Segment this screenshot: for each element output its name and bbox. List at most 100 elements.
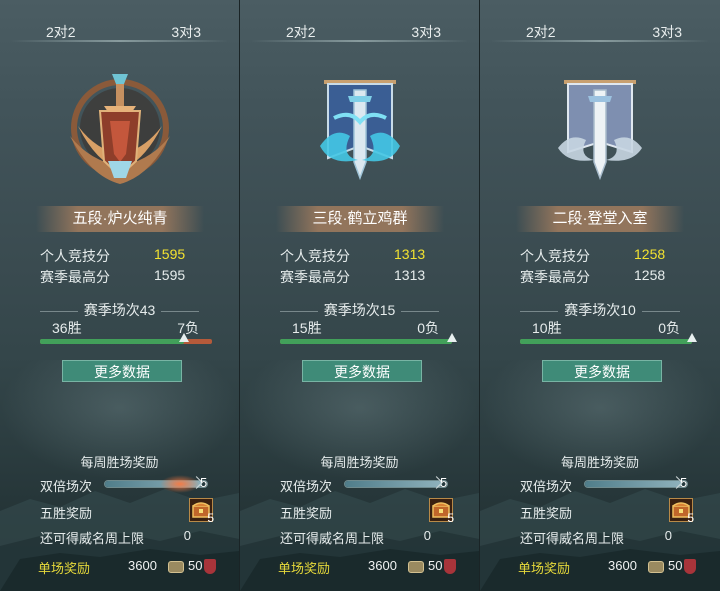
personal-score-row: 个人竞技分 1258 bbox=[520, 246, 680, 266]
season-best-row: 赛季最高分 1595 bbox=[40, 267, 199, 287]
personal-score-label: 个人竞技分 bbox=[280, 248, 350, 264]
coin-icon bbox=[648, 561, 664, 573]
prestige-limit-row: 还可得威名周上限 0 bbox=[520, 528, 696, 548]
honor-reward-value: 50 bbox=[428, 558, 443, 573]
personal-score-label: 个人竞技分 bbox=[40, 248, 110, 264]
season-best-label: 赛季最高分 bbox=[40, 269, 110, 285]
season-best-row: 赛季最高分 1258 bbox=[520, 267, 680, 287]
tab-3v3[interactable]: 3对3 bbox=[171, 22, 201, 42]
season-best-value: 1313 bbox=[394, 267, 426, 283]
win-ratio-bar bbox=[520, 333, 697, 344]
tab-divider bbox=[490, 40, 710, 42]
tab-3v3[interactable]: 3对3 bbox=[411, 22, 441, 42]
prestige-limit-row: 还可得威名周上限 0 bbox=[40, 528, 215, 548]
coin-reward-value: 3600 bbox=[368, 558, 397, 573]
season-matches: 赛季场次10 bbox=[480, 300, 720, 320]
wins-count: 15胜 bbox=[292, 320, 322, 336]
personal-score-value: 1595 bbox=[154, 246, 186, 262]
blue-dragon-banner-icon bbox=[320, 80, 400, 181]
prestige-limit-row: 还可得威名周上限 0 bbox=[280, 528, 455, 548]
season-best-label: 赛季最高分 bbox=[520, 269, 590, 285]
treasure-chest-icon[interactable]: 5 bbox=[669, 498, 694, 525]
losses-count: 0负 bbox=[417, 320, 439, 336]
double-matches-count: 5 bbox=[680, 475, 688, 490]
coin-reward-value: 3600 bbox=[128, 558, 157, 573]
honor-shield-icon bbox=[444, 559, 456, 574]
tab-2v2[interactable]: 2对2 bbox=[286, 22, 316, 42]
losses-count: 0负 bbox=[658, 320, 680, 336]
season-best-value: 1258 bbox=[634, 267, 666, 283]
tab-2v2[interactable]: 2对2 bbox=[526, 22, 556, 42]
coin-icon bbox=[408, 561, 424, 573]
season-matches: 赛季场次15 bbox=[240, 300, 479, 320]
double-matches-label: 双倍场次 bbox=[520, 479, 573, 494]
silver-sword-banner-icon bbox=[558, 80, 642, 181]
weekly-reward-title: 每周胜场奖励 bbox=[320, 455, 399, 470]
single-match-reward-label: 单场奖励 bbox=[518, 561, 571, 576]
win-ratio-bar bbox=[40, 333, 212, 344]
tab-divider bbox=[10, 40, 229, 42]
single-match-reward-row: 单场奖励 3600 50 bbox=[38, 558, 221, 578]
double-matches-count: 5 bbox=[440, 475, 448, 490]
five-win-reward-label: 五胜奖励 bbox=[40, 506, 93, 521]
personal-score-label: 个人竞技分 bbox=[520, 248, 590, 264]
double-matches-count: 5 bbox=[200, 475, 208, 490]
prestige-limit-label: 还可得威名周上限 bbox=[40, 531, 145, 546]
prestige-limit-value: 0 bbox=[423, 528, 431, 543]
five-win-reward-label: 五胜奖励 bbox=[280, 506, 333, 521]
rank-panel-2: 2对2 3对3 三段·鹤立鸡群 个人竞技分 1313 赛季最高分 1313 赛季… bbox=[240, 0, 480, 591]
coin-reward-value: 3600 bbox=[608, 558, 637, 573]
tab-divider bbox=[250, 40, 469, 42]
wins-count: 36胜 bbox=[52, 320, 82, 336]
double-matches-label: 双倍场次 bbox=[40, 479, 93, 494]
double-matches-label: 双倍场次 bbox=[280, 479, 333, 494]
more-data-button[interactable]: 更多数据 bbox=[302, 360, 422, 382]
season-best-value: 1595 bbox=[154, 267, 186, 283]
win-ratio-fill bbox=[520, 339, 692, 344]
five-win-reward-label: 五胜奖励 bbox=[520, 506, 573, 521]
prestige-limit-value: 0 bbox=[183, 528, 191, 543]
rank-title: 三段·鹤立鸡群 bbox=[276, 206, 444, 232]
chest-count: 5 bbox=[447, 511, 454, 525]
more-data-button[interactable]: 更多数据 bbox=[542, 360, 662, 382]
more-data-button[interactable]: 更多数据 bbox=[62, 360, 182, 382]
honor-shield-icon bbox=[204, 559, 216, 574]
single-match-reward-label: 单场奖励 bbox=[38, 561, 91, 576]
season-best-label: 赛季最高分 bbox=[280, 269, 350, 285]
treasure-chest-icon[interactable]: 5 bbox=[189, 498, 214, 525]
win-ratio-bar bbox=[280, 333, 457, 344]
single-match-reward-label: 单场奖励 bbox=[278, 561, 331, 576]
tab-2v2[interactable]: 2对2 bbox=[46, 22, 76, 42]
single-match-reward-row: 单场奖励 3600 50 bbox=[518, 558, 702, 578]
season-best-row: 赛季最高分 1313 bbox=[280, 267, 439, 287]
tab-3v3[interactable]: 3对3 bbox=[652, 22, 682, 42]
rank-title: 五段·炉火纯青 bbox=[36, 206, 204, 232]
win-loss-record: 36胜 7负 bbox=[52, 318, 199, 336]
personal-score-row: 个人竞技分 1595 bbox=[40, 246, 199, 266]
prestige-limit-label: 还可得威名周上限 bbox=[520, 531, 625, 546]
win-ratio-marker-icon bbox=[447, 333, 457, 342]
win-loss-record: 10胜 0负 bbox=[532, 318, 680, 336]
personal-score-value: 1313 bbox=[394, 246, 426, 262]
honor-shield-icon bbox=[684, 559, 696, 574]
weekly-reward-title: 每周胜场奖励 bbox=[80, 455, 159, 470]
win-ratio-marker-icon bbox=[178, 333, 189, 342]
honor-reward-value: 50 bbox=[668, 558, 683, 573]
season-matches: 赛季场次43 bbox=[0, 300, 239, 320]
wins-count: 10胜 bbox=[532, 320, 562, 336]
honor-reward-value: 50 bbox=[188, 558, 203, 573]
prestige-limit-label: 还可得威名周上限 bbox=[280, 531, 385, 546]
rank-panel-1: 2对2 3对3 五段·炉火纯青 个人竞技分 1595 赛季最高分 1595 赛季… bbox=[0, 0, 240, 591]
chest-count: 5 bbox=[687, 511, 694, 525]
double-matches-fill bbox=[585, 481, 682, 487]
personal-score-value: 1258 bbox=[634, 246, 666, 262]
win-loss-record: 15胜 0负 bbox=[292, 318, 439, 336]
win-ratio-marker-icon bbox=[687, 333, 697, 342]
win-ratio-fill bbox=[40, 339, 184, 344]
personal-score-row: 个人竞技分 1313 bbox=[280, 246, 439, 266]
treasure-chest-icon[interactable]: 5 bbox=[429, 498, 454, 525]
single-match-reward-row: 单场奖励 3600 50 bbox=[278, 558, 461, 578]
win-ratio-fill bbox=[280, 339, 452, 344]
prestige-limit-value: 0 bbox=[664, 528, 672, 543]
rank-panel-3: 2对2 3对3 二段·登堂入室 个人竞技分 1258 赛季最高分 1258 赛季… bbox=[480, 0, 720, 591]
